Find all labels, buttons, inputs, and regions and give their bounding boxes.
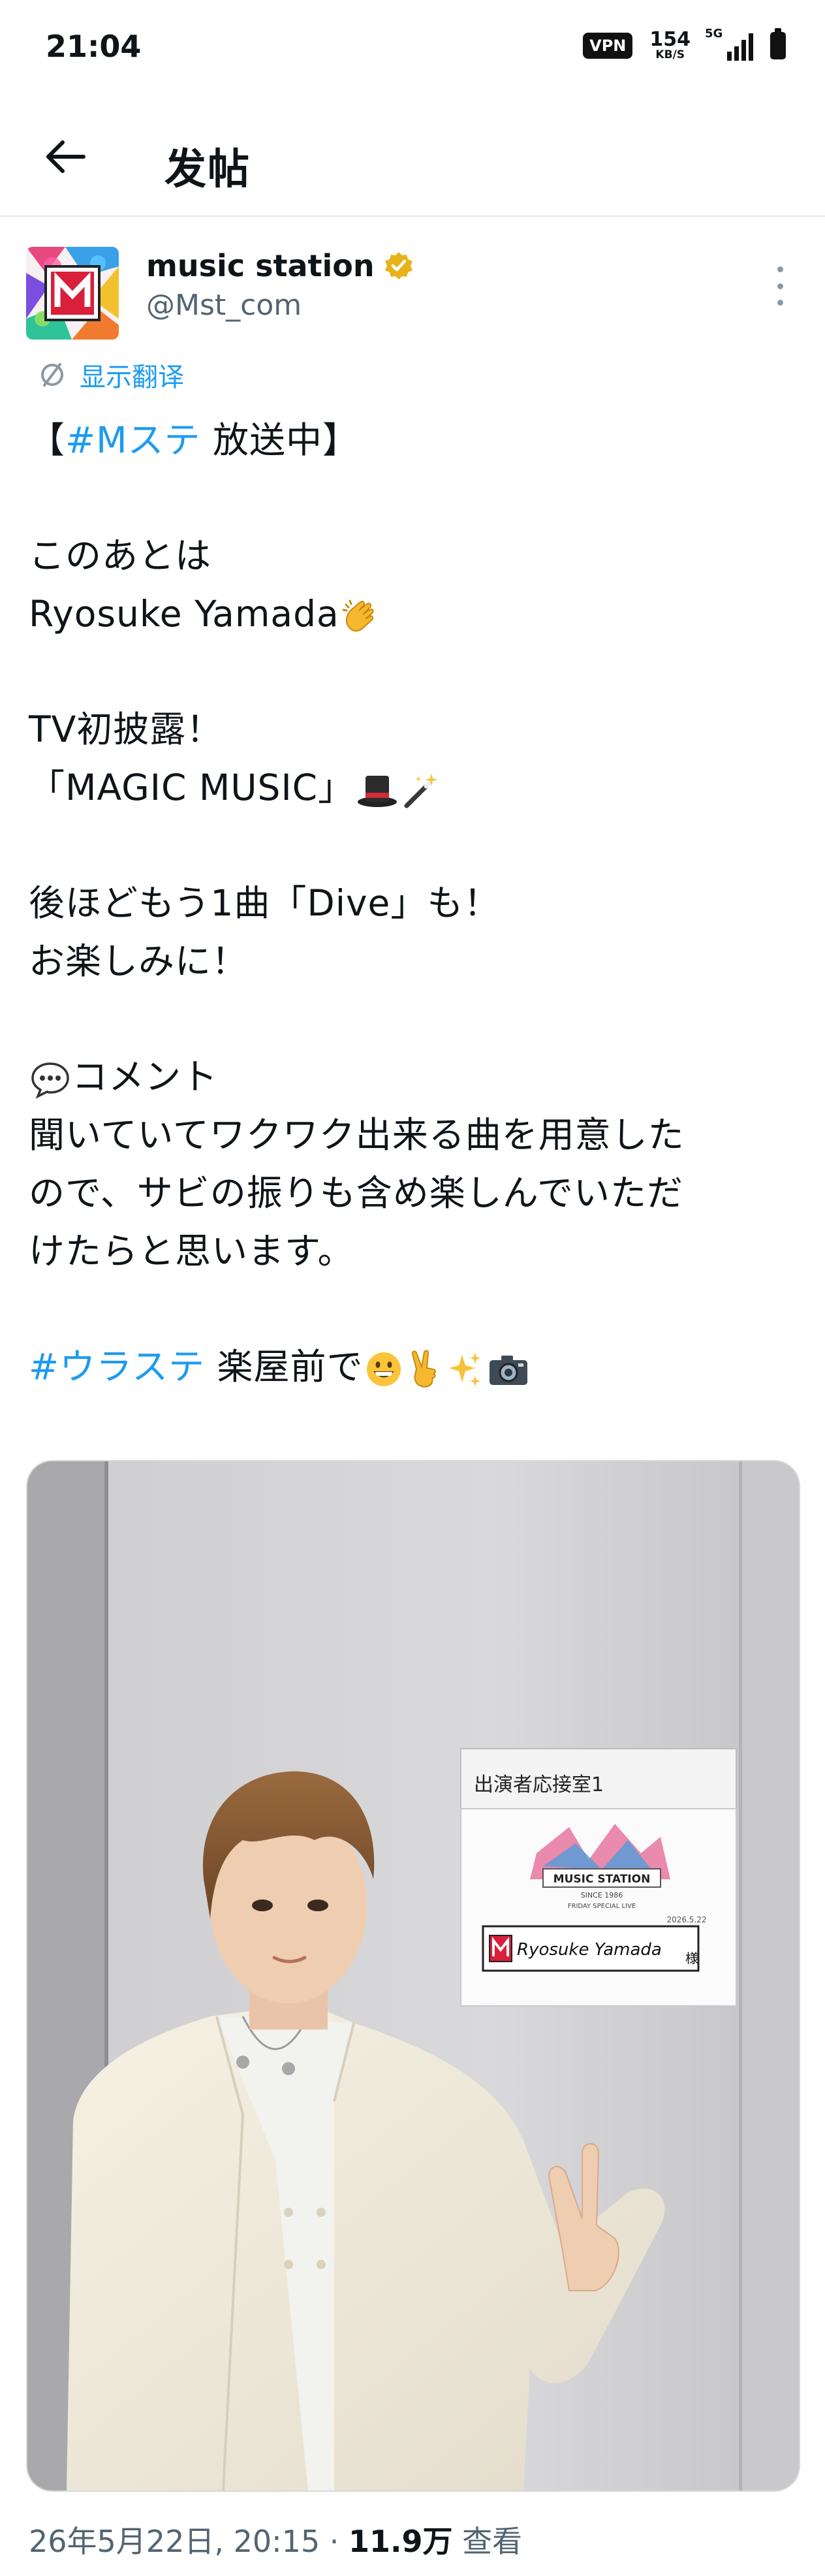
post-text: 【#Mステ 放送中】 このあとは Ryosuke Yamada TV初披露！ 「… (29, 411, 799, 1396)
author-name-row[interactable]: music station (146, 248, 414, 283)
sparkles-icon (449, 1352, 481, 1386)
show-translation-label: 显示翻译 (80, 362, 184, 392)
text-line: 【#Mステ 放送中】 (29, 419, 360, 461)
sign-subtitle: FRIDAY SPECIAL LIVE (568, 1903, 636, 1910)
verified-badge-icon (384, 252, 412, 279)
top-app-bar: 发帖 (0, 111, 825, 217)
text-line: このあとは (29, 535, 212, 577)
text-line: けたらと思います。 (29, 1230, 354, 1272)
text-line: お楽しみに！ (29, 940, 249, 982)
sign-name: Ryosuke Yamada (517, 1940, 662, 1960)
meta-separator: · (329, 2524, 339, 2559)
sign-honorific: 様 (685, 1950, 698, 1966)
status-icons: VPN 154 KB/S 5G (583, 27, 786, 61)
hashtag-link[interactable]: #Mステ (65, 419, 201, 461)
arrow-left-icon (46, 140, 86, 173)
door-sign: 出演者応接室1 MUSIC STATION SINCE 1986 FRIDAY … (460, 1748, 737, 2007)
more-options-button[interactable] (770, 266, 790, 306)
status-bar: 21:04 VPN 154 KB/S 5G (0, 0, 825, 98)
text-line: コメント (29, 1048, 799, 1106)
post-meta: 26年5月22日, 20:15 · 11.9万 查看 (29, 2518, 522, 2561)
signal-icon: 5G (705, 27, 753, 61)
page-title: 发帖 (164, 146, 251, 194)
top-hat-icon (358, 775, 397, 807)
vpn-icon: VPN (583, 32, 633, 59)
grinning-face-icon (367, 1352, 401, 1386)
views-count[interactable]: 11.9万 (349, 2524, 453, 2559)
more-dot-icon (777, 300, 783, 306)
back-button[interactable] (39, 131, 91, 183)
clapping-hands-icon (342, 599, 374, 632)
text-line: Ryosuke Yamada (29, 585, 799, 643)
victory-hand-icon (412, 1350, 437, 1388)
sign-logo-text: MUSIC STATION (553, 1873, 651, 1886)
text-line: #ウラステ 楽屋前で (29, 1338, 799, 1396)
sign-date: 2026.5.22 (666, 1915, 706, 1924)
post-timestamp: 26年5月22日, 20:15 (29, 2524, 320, 2559)
author-name: music station (146, 248, 375, 283)
sign-since: SINCE 1986 (581, 1891, 623, 1900)
author-handle[interactable]: @Mst_com (146, 289, 302, 322)
text-line: 聞いていてワクワク出来る曲を用意した (29, 1114, 685, 1156)
status-time: 21:04 (46, 29, 142, 64)
more-dot-icon (777, 283, 783, 289)
magic-wand-icon (404, 772, 439, 808)
text-line: TV初披露！ (29, 708, 223, 750)
text-line: 「MAGIC MUSIC」 (29, 759, 799, 817)
hashtag-link[interactable]: #ウラステ (29, 1346, 205, 1388)
post-photo[interactable]: 出演者応接室1 MUSIC STATION SINCE 1986 FRIDAY … (26, 1460, 800, 2492)
speed-unit: KB/S (655, 48, 685, 61)
views-label: 查看 (462, 2524, 523, 2559)
speech-bubble-icon (31, 1062, 69, 1099)
speed-value: 154 (649, 28, 691, 51)
network-speed: 154 KB/S (649, 30, 691, 61)
show-translation-link[interactable]: 显示翻译 (38, 356, 184, 394)
camera-icon (490, 1355, 528, 1385)
battery-icon (770, 27, 786, 59)
sign-header: 出演者応接室1 (474, 1773, 604, 1796)
avatar[interactable] (26, 247, 119, 340)
text-line: ので、サビの振りも含め楽しんでいただ (29, 1172, 684, 1214)
translate-icon (41, 363, 63, 387)
network-type: 5G (705, 26, 723, 40)
more-dot-icon (777, 266, 783, 272)
text-line: 後ほどもう1曲「Dive」も！ (29, 882, 501, 924)
